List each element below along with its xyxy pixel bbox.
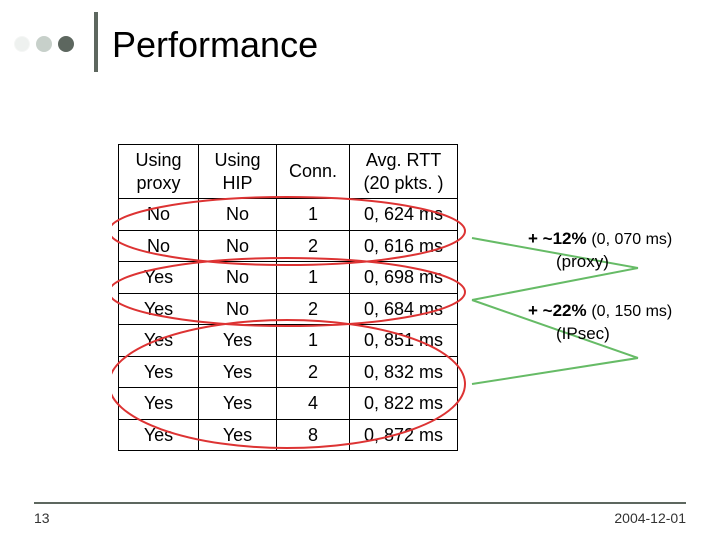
table-header-row: Using proxy Using HIP Conn. Avg. RTT (20… (119, 145, 458, 199)
cell-proxy: Yes (119, 388, 199, 420)
table-row: YesYes80, 872 ms (119, 419, 458, 451)
cell-conn: 1 (277, 262, 350, 294)
performance-table: Using proxy Using HIP Conn. Avg. RTT (20… (118, 144, 458, 451)
footer-divider (34, 502, 686, 504)
cell-proxy: Yes (119, 325, 199, 357)
cell-proxy: No (119, 199, 199, 231)
annotation-proxy-sub: (proxy) (556, 251, 672, 273)
table-row: NoNo20, 616 ms (119, 230, 458, 262)
table-row: YesNo10, 698 ms (119, 262, 458, 294)
cell-proxy: No (119, 230, 199, 262)
col-header-hip: Using HIP (199, 145, 277, 199)
cell-rtt: 0, 698 ms (350, 262, 458, 294)
cell-rtt: 0, 616 ms (350, 230, 458, 262)
cell-hip: No (199, 230, 277, 262)
cell-hip: Yes (199, 325, 277, 357)
annotation-ipsec-sub: (IPsec) (556, 323, 672, 345)
cell-conn: 2 (277, 356, 350, 388)
slide-date: 2004-12-01 (614, 510, 686, 526)
table-row: YesYes40, 822 ms (119, 388, 458, 420)
cell-hip: No (199, 293, 277, 325)
decorative-bullets (14, 36, 74, 52)
page-title: Performance (112, 24, 318, 66)
cell-rtt: 0, 624 ms (350, 199, 458, 231)
cell-rtt: 0, 832 ms (350, 356, 458, 388)
cell-proxy: Yes (119, 293, 199, 325)
title-divider (94, 12, 98, 72)
cell-rtt: 0, 684 ms (350, 293, 458, 325)
annotation-ipsec: + ~22% (0, 150 ms) (IPsec) (528, 300, 672, 345)
cell-hip: Yes (199, 356, 277, 388)
cell-proxy: Yes (119, 419, 199, 451)
annotation-ipsec-prefix: + ~22% (528, 301, 587, 320)
cell-rtt: 0, 851 ms (350, 325, 458, 357)
cell-hip: Yes (199, 419, 277, 451)
annotation-ipsec-detail: (0, 150 ms) (591, 303, 672, 320)
col-header-rtt: Avg. RTT (20 pkts. ) (350, 145, 458, 199)
table-row: NoNo10, 624 ms (119, 199, 458, 231)
cell-conn: 8 (277, 419, 350, 451)
cell-hip: Yes (199, 388, 277, 420)
slide-number: 13 (34, 510, 50, 526)
slide-header: Performance (0, 12, 720, 72)
col-header-proxy: Using proxy (119, 145, 199, 199)
cell-conn: 2 (277, 293, 350, 325)
cell-rtt: 0, 872 ms (350, 419, 458, 451)
slide-footer: 13 2004-12-01 (0, 502, 720, 526)
annotation-proxy-prefix: + ~12% (528, 229, 587, 248)
performance-table-wrap: Using proxy Using HIP Conn. Avg. RTT (20… (118, 144, 458, 451)
col-header-conn: Conn. (277, 145, 350, 199)
cell-hip: No (199, 199, 277, 231)
annotation-proxy: + ~12% (0, 070 ms) (proxy) (528, 228, 672, 273)
cell-proxy: Yes (119, 356, 199, 388)
bullet-icon (58, 36, 74, 52)
cell-conn: 2 (277, 230, 350, 262)
table-row: YesNo20, 684 ms (119, 293, 458, 325)
table-row: YesYes20, 832 ms (119, 356, 458, 388)
cell-conn: 1 (277, 199, 350, 231)
cell-proxy: Yes (119, 262, 199, 294)
bullet-icon (14, 36, 30, 52)
cell-rtt: 0, 822 ms (350, 388, 458, 420)
annotation-proxy-detail: (0, 070 ms) (591, 231, 672, 248)
cell-conn: 4 (277, 388, 350, 420)
table-row: YesYes10, 851 ms (119, 325, 458, 357)
cell-conn: 1 (277, 325, 350, 357)
cell-hip: No (199, 262, 277, 294)
bullet-icon (36, 36, 52, 52)
